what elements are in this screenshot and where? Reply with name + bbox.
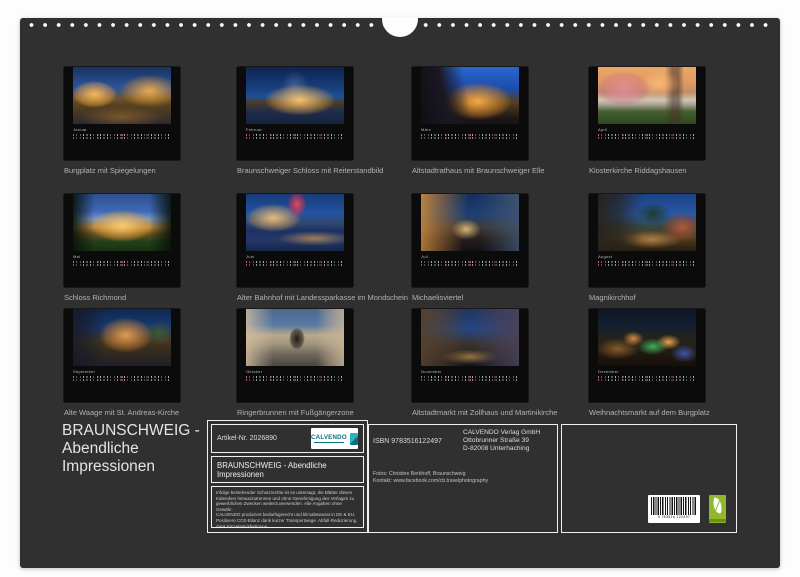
month-thumbnail-juli: Juli Michaelisviertel bbox=[412, 187, 528, 302]
month-photo bbox=[246, 67, 344, 124]
isbn-number: ISBN 9783516122497 bbox=[373, 438, 442, 445]
month-label: Juni bbox=[246, 254, 344, 259]
month-label: August bbox=[598, 254, 696, 259]
photo-caption: Altstadtmarkt mit Zollhaus und Martiniki… bbox=[412, 408, 528, 417]
photo-caption: Ringerbrunnen mit Fußgängerzone bbox=[237, 408, 353, 417]
calendar-title: BRAUNSCHWEIG - Abendliche Impressionen bbox=[62, 422, 200, 476]
mini-calendar-page: September bbox=[64, 309, 180, 402]
month-photo bbox=[421, 194, 519, 251]
month-label: Oktober bbox=[246, 369, 344, 374]
photo-caption: Magnikirchhof bbox=[589, 293, 705, 302]
mini-date-grid bbox=[412, 376, 528, 382]
month-photo bbox=[421, 67, 519, 124]
mini-date-grid bbox=[412, 134, 528, 140]
month-label: Juli bbox=[421, 254, 519, 259]
month-thumbnail-februar: Februar Braunschweiger Schloss mit Reite… bbox=[237, 60, 353, 175]
month-label: April bbox=[598, 127, 696, 132]
month-photo bbox=[73, 309, 171, 366]
calvendo-logo-wordmark: CALVENDO bbox=[311, 434, 347, 444]
photo-caption: Klosterkirche Riddagshausen bbox=[589, 166, 705, 175]
month-label: September bbox=[73, 369, 171, 374]
month-thumbnail-mai: Mai Schloss Richmond bbox=[64, 187, 180, 302]
ean-barcode: 9 783516 122497 bbox=[648, 495, 700, 523]
month-label: November bbox=[421, 369, 519, 374]
mini-date-grid bbox=[589, 261, 705, 267]
photo-caption: Braunschweiger Schloss mit Reiterstandbi… bbox=[237, 166, 353, 175]
month-thumbnail-august: August Magnikirchhof bbox=[589, 187, 705, 302]
mini-date-grid bbox=[412, 261, 528, 267]
month-thumbnail-oktober: Oktober Ringerbrunnen mit Fußgängerzone bbox=[237, 302, 353, 417]
month-thumbnail-maerz: März Altstadtrathaus mit Braunschweiger … bbox=[412, 60, 528, 175]
mini-calendar-page: Mai bbox=[64, 194, 180, 287]
photo-caption: Burgplatz mit Spiegelungen bbox=[64, 166, 180, 175]
publisher-info-box: ISBN 9783516122497 CALVENDO Verlag GmbH … bbox=[368, 424, 558, 533]
mini-calendar-page: Februar bbox=[237, 67, 353, 160]
month-thumbnail-juni: Juni Alter Bahnhof mit Landessparkasse i… bbox=[237, 187, 353, 302]
mini-calendar-page: März bbox=[412, 67, 528, 160]
month-label: März bbox=[421, 127, 519, 132]
mini-calendar-page: Juli bbox=[412, 194, 528, 287]
mini-calendar-page: April bbox=[589, 67, 705, 160]
month-thumbnail-september: September Alte Waage mit St. Andreas-Kir… bbox=[64, 302, 180, 417]
mini-calendar-page: Dezember bbox=[589, 309, 705, 402]
month-photo bbox=[598, 309, 696, 366]
calvendo-book-icon bbox=[350, 433, 358, 445]
month-label: Dezember bbox=[598, 369, 696, 374]
photo-caption: Altstadtrathaus mit Braunschweiger Elle bbox=[412, 166, 528, 175]
month-label: Januar bbox=[73, 127, 171, 132]
product-info-box: Artikel-Nr. 2026890 CALVENDO BRAUNSCHWEI… bbox=[207, 420, 368, 533]
legal-notice: Infolge bestehender Schutzrechte ist es … bbox=[211, 486, 364, 528]
month-thumbnail-november: November Altstadtmarkt mit Zollhaus und … bbox=[412, 302, 528, 417]
barcode-bars bbox=[651, 497, 697, 515]
article-number-row: Artikel-Nr. 2026890 CALVENDO bbox=[211, 424, 364, 453]
month-photo bbox=[73, 67, 171, 124]
mini-calendar-page: November bbox=[412, 309, 528, 402]
mini-date-grid bbox=[589, 134, 705, 140]
mini-date-grid bbox=[64, 134, 180, 140]
product-title-row: BRAUNSCHWEIG - Abendliche Impressionen bbox=[211, 456, 364, 483]
month-thumbnail-april: April Klosterkirche Riddagshausen bbox=[589, 60, 705, 175]
photo-caption: Weihnachtsmarkt auf dem Burgplatz bbox=[589, 408, 705, 417]
mini-calendar-page: August bbox=[589, 194, 705, 287]
calvendo-logo-underline bbox=[314, 442, 344, 444]
article-number: Artikel-Nr. 2026890 bbox=[217, 435, 277, 442]
barcode-digits: 9 783516 122497 bbox=[651, 515, 697, 520]
mini-date-grid bbox=[237, 376, 353, 382]
photo-caption: Michaelisviertel bbox=[412, 293, 528, 302]
hanging-hole-notch bbox=[382, 17, 418, 37]
calvendo-logo: CALVENDO bbox=[311, 428, 358, 449]
calendar-sheet: Januar Burgplatz mit Spiegelungen Februa… bbox=[20, 18, 780, 568]
photo-caption: Schloss Richmond bbox=[64, 293, 180, 302]
month-thumbnail-januar: Januar Burgplatz mit Spiegelungen bbox=[64, 60, 180, 175]
eco-logo-strip bbox=[709, 519, 726, 522]
leaf-icon bbox=[712, 497, 723, 513]
month-photo bbox=[246, 194, 344, 251]
photo-caption: Alter Bahnhof mit Landessparkasse im Mon… bbox=[237, 293, 353, 302]
isbn-row: ISBN 9783516122497 CALVENDO Verlag GmbH … bbox=[373, 430, 553, 448]
month-photo bbox=[73, 194, 171, 251]
mini-date-grid bbox=[64, 376, 180, 382]
mini-calendar-page: Januar bbox=[64, 67, 180, 160]
mini-date-grid bbox=[589, 376, 705, 382]
month-photo bbox=[598, 194, 696, 251]
mini-date-grid bbox=[237, 134, 353, 140]
month-thumbnail-dezember: Dezember Weihnachtsmarkt auf dem Burgpla… bbox=[589, 302, 705, 417]
mini-calendar-page: Juni bbox=[237, 194, 353, 287]
photo-credits: Fotos: Christine Berkhoff, Braunschweig … bbox=[373, 471, 553, 485]
eco-leaf-logo bbox=[709, 495, 726, 523]
mini-calendar-page: Oktober bbox=[237, 309, 353, 402]
month-photo bbox=[598, 67, 696, 124]
mini-date-grid bbox=[237, 261, 353, 267]
photo-caption: Alte Waage mit St. Andreas-Kirche bbox=[64, 408, 180, 417]
calendar-back-cover: Januar Burgplatz mit Spiegelungen Februa… bbox=[0, 0, 800, 577]
calvendo-logo-text: CALVENDO bbox=[311, 434, 347, 441]
month-label: Februar bbox=[246, 127, 344, 132]
publisher-address: CALVENDO Verlag GmbH Ottobrunner Straße … bbox=[463, 429, 540, 454]
month-label: Mai bbox=[73, 254, 171, 259]
product-title: BRAUNSCHWEIG - Abendliche Impressionen bbox=[217, 461, 358, 479]
month-photo bbox=[421, 309, 519, 366]
mini-date-grid bbox=[64, 261, 180, 267]
barcode-box: 9 783516 122497 bbox=[561, 424, 737, 533]
month-photo bbox=[246, 309, 344, 366]
